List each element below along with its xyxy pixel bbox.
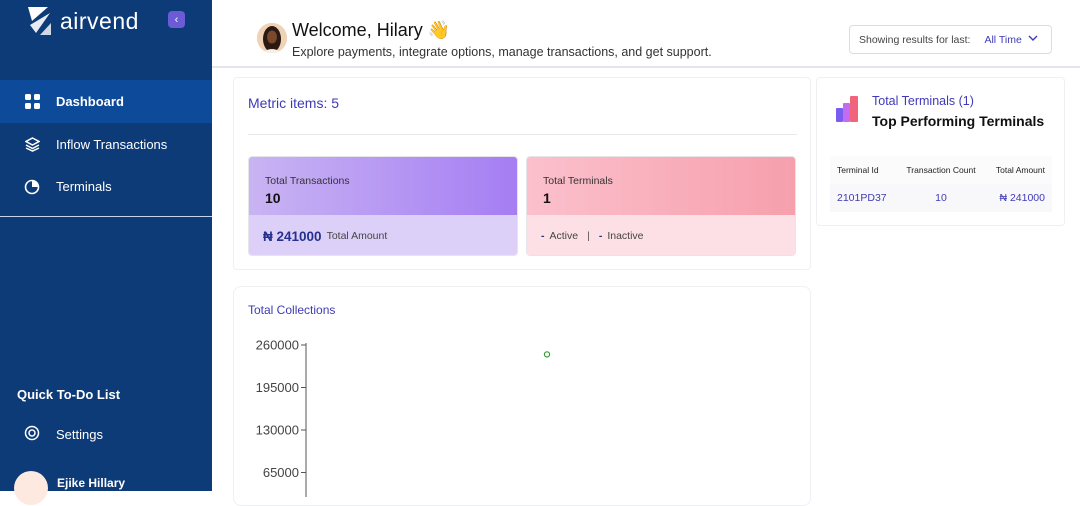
inactive-label: Inactive [607,230,644,242]
total-collections-chart-panel: Total Collections 260000 195000 130000 6500… [233,286,811,506]
quick-todo-list-link[interactable]: Quick To-Do List [17,387,120,402]
column-header: Transaction Count [906,165,976,175]
table-row[interactable]: 2101PD37 10 ₦ 241000 [830,184,1052,212]
card-value: 10 [265,190,281,206]
metrics-panel: Metric items: 5 Total Transactions 10 ₦ … [233,77,811,270]
sidebar-item-dashboard[interactable]: Dashboard [0,80,212,123]
user-profile[interactable]: Ejike Hillary [14,471,125,505]
sidebar-item-inflow-transactions[interactable]: Inflow Transactions [0,123,212,166]
y-tick-label: 130000 [256,423,299,438]
y-tick-label: 195000 [256,380,299,395]
collapse-sidebar-button[interactable]: ‹ [168,11,185,28]
page-subtitle: Explore payments, integrate options, man… [292,45,712,59]
total-transactions-card[interactable]: Total Transactions 10 ₦ 241000 Total Amo… [248,156,518,256]
column-header: Total Amount [995,165,1045,175]
header: Welcome, Hilary 👋 Explore payments, inte… [212,0,1080,68]
page-title: Welcome, Hilary 👋 [292,20,451,40]
active-count: - [541,230,545,242]
sidebar-item-label: Inflow Transactions [56,137,168,152]
sidebar: airvend ‹ Dashboard Inflow Transactions … [0,0,212,505]
chevron-left-icon: ‹ [174,13,179,26]
table-header: Terminal Id Transaction Count Total Amou… [830,156,1052,184]
total-amount-cell: ₦ 241000 [999,192,1045,204]
brand-name: airvend [60,7,139,34]
y-tick-label: 65000 [263,465,299,480]
airvend-logo-icon [28,7,51,35]
terminal-id-cell: 2101PD37 [837,192,887,204]
total-amount-label: Total Amount [326,230,388,242]
y-tick-label: 260000 [256,338,299,353]
active-label: Active [549,230,579,242]
total-terminals-card[interactable]: Total Terminals 1 - Active | - Inactive [526,156,796,256]
total-amount-value: ₦ 241000 [263,228,322,244]
metric-items-title: Metric items: 5 [248,95,340,111]
separator: | [587,230,590,242]
sidebar-item-label: Terminals [56,179,112,194]
layers-icon [24,137,40,153]
bar-chart-icon [836,96,858,122]
transaction-count-cell: 10 [935,192,947,204]
grid-icon [24,94,40,110]
gear-icon [24,425,40,444]
sidebar-item-settings[interactable]: Settings [24,425,103,444]
settings-label: Settings [56,427,103,442]
chevron-down-icon [1028,34,1038,45]
card-label: Total Transactions [265,175,350,187]
total-collections-chart: 260000 195000 130000 65000 [256,338,551,497]
terminals-table: Terminal Id Transaction Count Total Amou… [830,156,1052,212]
data-point [543,351,551,358]
user-name: Ejike Hillary [57,476,126,490]
avatar[interactable] [257,23,287,53]
filter-label: Showing results for last: [859,33,971,46]
total-terminals-count: Total Terminals (1) [872,94,974,108]
column-header: Terminal Id [837,165,879,175]
pie-icon [24,179,40,195]
sidebar-item-terminals[interactable]: Terminals [0,165,212,208]
sidebar-item-label: Dashboard [56,94,124,109]
time-range-filter[interactable]: Showing results for last: All Time [849,25,1052,54]
chart-title: Total Collections [248,303,336,317]
top-terminals-title: Top Performing Terminals [872,113,1045,129]
filter-value: All Time [984,33,1022,46]
top-terminals-panel: Total Terminals (1) Top Performing Termi… [816,77,1065,226]
card-label: Total Terminals [543,175,613,187]
divider [248,134,797,135]
user-avatar [14,471,48,505]
card-value: 1 [543,190,551,206]
inactive-count: - [598,230,603,242]
sidebar-divider [0,216,212,217]
logo[interactable]: airvend [26,5,139,37]
